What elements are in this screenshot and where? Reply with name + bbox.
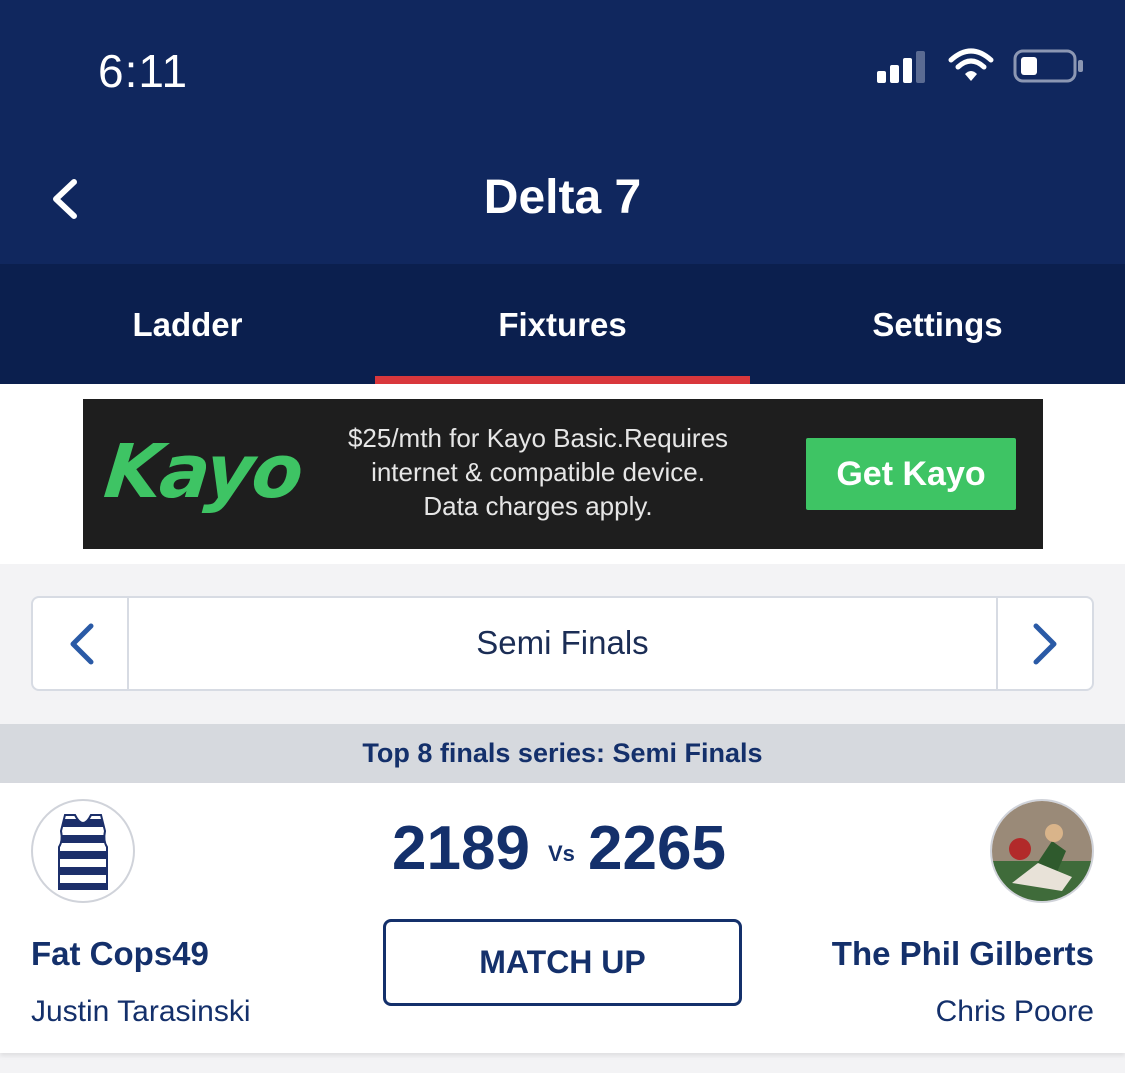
chevron-left-icon	[70, 623, 94, 665]
away-coach-name: Chris Poore	[935, 995, 1094, 1028]
page-title: Delta 7	[483, 171, 642, 224]
home-team-name[interactable]: Fat Cops49	[31, 935, 209, 973]
previous-round-button[interactable]	[33, 598, 129, 689]
player-photo-icon	[992, 801, 1092, 901]
round-selector: Semi Finals	[31, 596, 1094, 691]
ad-banner[interactable]: Kayo $25/mth for Kayo Basic.Requires int…	[83, 399, 1043, 549]
guernsey-icon	[58, 814, 108, 890]
away-score: 2265	[588, 814, 726, 883]
status-icons	[877, 48, 1085, 84]
ad-container: Kayo $25/mth for Kayo Basic.Requires int…	[0, 384, 1125, 564]
ad-line-2: internet & compatible device.	[371, 457, 705, 487]
home-team-avatar	[31, 799, 135, 903]
match-up-button[interactable]: MATCH UP	[383, 919, 742, 1006]
tab-bar: Ladder Fixtures Settings	[0, 264, 1125, 384]
battery-icon	[1013, 49, 1083, 83]
match-card: 2189 Vs 2265 Fat Cops49 Justin Tarasinsk…	[0, 783, 1125, 1053]
away-team-name[interactable]: The Phil Gilberts	[832, 935, 1094, 973]
status-time: 6:11	[98, 45, 189, 97]
next-round-button[interactable]	[996, 598, 1092, 689]
round-label: Semi Finals	[476, 624, 649, 661]
away-team-avatar	[990, 799, 1094, 903]
get-kayo-button[interactable]: Get Kayo	[806, 438, 1016, 510]
nav-bar: Delta 7	[0, 140, 1125, 264]
tab-fixtures[interactable]: Fixtures	[375, 264, 750, 384]
ad-line-1: $25/mth for Kayo Basic.Requires	[347, 423, 729, 453]
home-coach-name: Justin Tarasinski	[31, 995, 251, 1028]
kayo-logo: Kayo	[100, 429, 306, 515]
home-score: 2189	[392, 814, 530, 883]
chevron-right-icon	[1033, 623, 1057, 665]
wifi-icon	[948, 48, 994, 81]
cellular-signal-icon	[877, 51, 925, 83]
tab-ladder[interactable]: Ladder	[0, 264, 375, 384]
ad-text: $25/mth for Kayo Basic.Requires internet…	[313, 421, 763, 523]
vs-label: Vs	[548, 841, 575, 866]
tab-settings[interactable]: Settings	[750, 264, 1125, 384]
status-bar: 6:11	[0, 0, 1125, 140]
series-title: Top 8 finals series: Semi Finals	[0, 724, 1125, 783]
ad-line-3: Data charges apply.	[423, 491, 653, 521]
